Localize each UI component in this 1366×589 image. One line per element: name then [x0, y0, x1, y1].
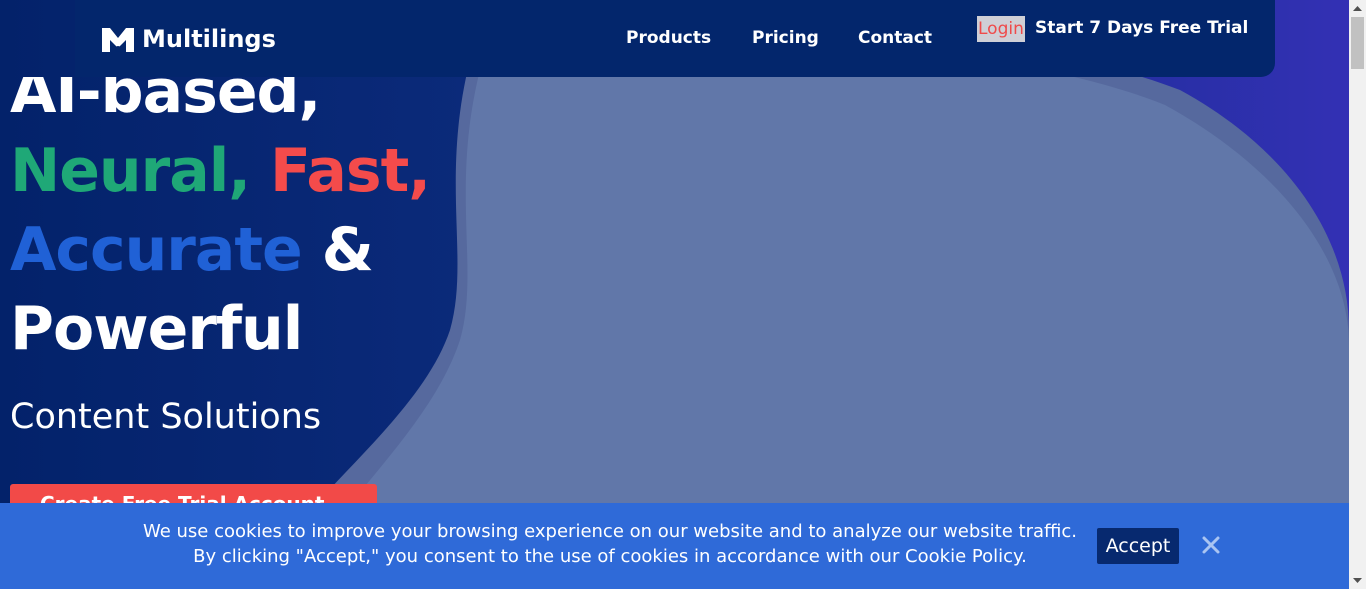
nav-products-link[interactable]: Products — [626, 28, 711, 48]
scrollbar-thumb[interactable] — [1351, 17, 1364, 69]
login-link[interactable]: Login — [977, 16, 1025, 42]
scroll-down-arrow-icon[interactable] — [1349, 572, 1366, 589]
page-scrollbar[interactable] — [1349, 0, 1366, 589]
hero-headline-line-3: Accurate & — [10, 211, 374, 289]
page: Multilings Products Pricing Contact Logi… — [0, 0, 1366, 589]
headline-word-neural: Neural, — [10, 136, 251, 206]
brand-name: Multilings — [142, 25, 276, 53]
close-icon[interactable] — [1199, 533, 1223, 557]
scroll-up-arrow-icon[interactable] — [1349, 0, 1366, 17]
brand-logo[interactable]: Multilings — [100, 22, 276, 56]
cookie-message: We use cookies to improve your browsing … — [120, 519, 1100, 569]
hero-subheading: Content Solutions — [10, 397, 322, 437]
multilings-logo-icon — [102, 28, 134, 52]
headline-ampersand: & — [321, 215, 374, 285]
hero-headline-line-4: Powerful — [10, 294, 303, 364]
nav-contact-link[interactable]: Contact — [858, 28, 932, 48]
nav-pricing-link[interactable]: Pricing — [752, 28, 819, 48]
cookie-message-line-1: We use cookies to improve your browsing … — [142, 521, 1078, 542]
cookie-accept-button[interactable]: Accept — [1097, 528, 1179, 564]
free-trial-link[interactable]: Start 7 Days Free Trial — [1035, 18, 1248, 38]
headline-word-accurate: Accurate — [10, 215, 303, 285]
headline-word-fast: Fast, — [269, 136, 431, 206]
cookie-message-line-2: By clicking "Accept," you consent to the… — [193, 546, 1027, 567]
cookie-banner: We use cookies to improve your browsing … — [0, 503, 1349, 589]
hero-headline-line-2: Neural, Fast, — [10, 132, 431, 210]
